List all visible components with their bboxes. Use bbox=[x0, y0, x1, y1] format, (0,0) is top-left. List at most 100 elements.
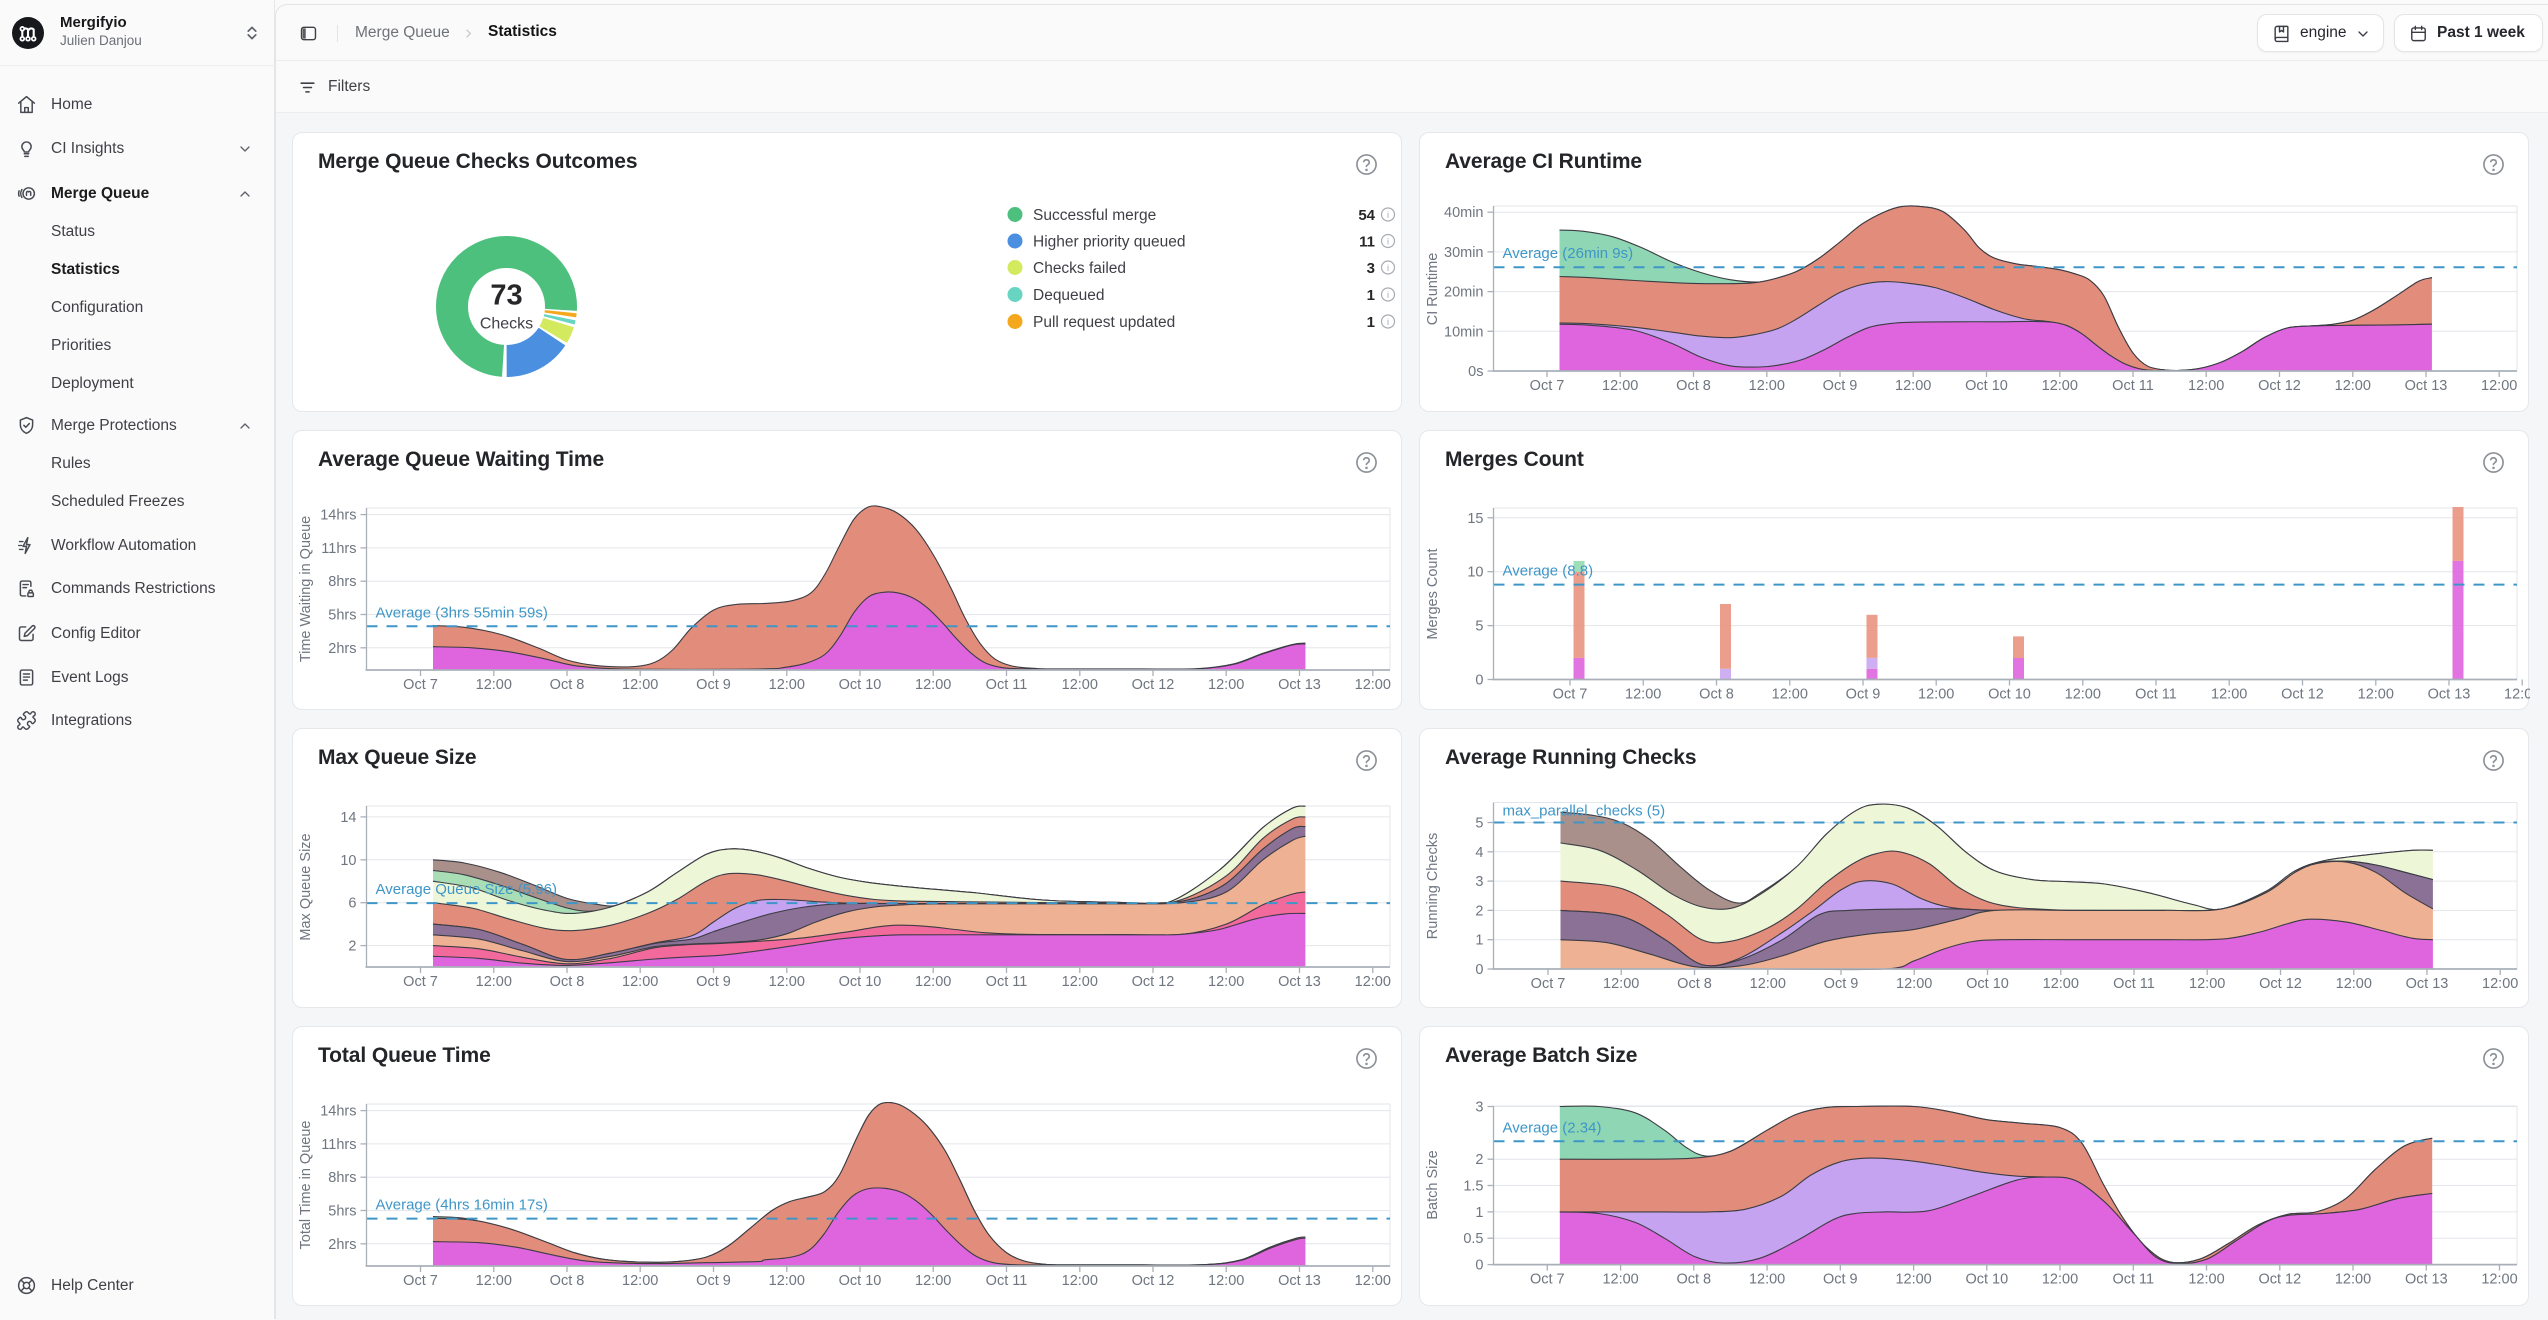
svg-text:12:00: 12:00 bbox=[1896, 976, 1932, 992]
svg-text:Oct 13: Oct 13 bbox=[1278, 677, 1321, 693]
svg-text:12:00: 12:00 bbox=[769, 974, 805, 990]
svg-text:12:00: 12:00 bbox=[2335, 1272, 2371, 1288]
svg-text:2: 2 bbox=[1475, 1152, 1483, 1168]
svg-text:Oct 10: Oct 10 bbox=[839, 974, 882, 990]
svg-text:12:00: 12:00 bbox=[2043, 976, 2079, 992]
svg-text:Oct 7: Oct 7 bbox=[1530, 378, 1565, 394]
svg-text:12:00: 12:00 bbox=[2188, 1272, 2224, 1288]
svg-text:14hrs: 14hrs bbox=[320, 508, 356, 524]
svg-text:Running Checks: Running Checks bbox=[1425, 833, 1441, 939]
svg-text:i: i bbox=[1387, 237, 1389, 248]
svg-text:11hrs: 11hrs bbox=[321, 541, 356, 557]
svg-text:0: 0 bbox=[1475, 962, 1483, 978]
svg-text:Oct 13: Oct 13 bbox=[2428, 687, 2471, 703]
svg-text:12:00: 12:00 bbox=[769, 677, 805, 693]
svg-text:Oct 7: Oct 7 bbox=[403, 1273, 438, 1289]
svg-text:Oct 10: Oct 10 bbox=[1965, 1272, 2008, 1288]
svg-text:Max Queue Size: Max Queue Size bbox=[298, 833, 314, 940]
svg-text:12:00: 12:00 bbox=[2042, 1272, 2078, 1288]
svg-text:Checks failed: Checks failed bbox=[1033, 260, 1126, 277]
svg-text:12:00: 12:00 bbox=[2211, 687, 2247, 703]
svg-text:12:00: 12:00 bbox=[1355, 974, 1391, 990]
svg-text:Average Queue Size (5.96): Average Queue Size (5.96) bbox=[376, 881, 558, 898]
svg-text:10: 10 bbox=[340, 853, 356, 869]
svg-text:Oct 11: Oct 11 bbox=[986, 1273, 1028, 1289]
svg-text:12:00: 12:00 bbox=[1895, 378, 1931, 394]
svg-text:CI Runtime: CI Runtime bbox=[1425, 253, 1441, 326]
svg-text:12:00: 12:00 bbox=[622, 974, 658, 990]
svg-text:Oct 8: Oct 8 bbox=[1677, 976, 1712, 992]
svg-text:12:00: 12:00 bbox=[622, 677, 658, 693]
svg-text:12:00: 12:00 bbox=[2358, 687, 2394, 703]
svg-text:Oct 9: Oct 9 bbox=[1823, 1272, 1858, 1288]
svg-text:12:00: 12:00 bbox=[1355, 677, 1391, 693]
svg-text:12:00: 12:00 bbox=[1208, 677, 1244, 693]
svg-text:Average (8.8): Average (8.8) bbox=[1503, 563, 1594, 580]
svg-text:12:00: 12:00 bbox=[2042, 378, 2078, 394]
svg-text:12:00: 12:00 bbox=[1208, 1273, 1244, 1289]
svg-text:12:00: 12:00 bbox=[1918, 687, 1954, 703]
svg-text:30min: 30min bbox=[1444, 245, 1484, 261]
svg-text:Batch Size: Batch Size bbox=[1425, 1150, 1441, 1219]
svg-text:54: 54 bbox=[1358, 207, 1375, 224]
svg-text:5hrs: 5hrs bbox=[328, 608, 356, 624]
svg-text:10: 10 bbox=[1467, 565, 1483, 581]
svg-text:Oct 9: Oct 9 bbox=[1824, 976, 1859, 992]
svg-text:12:00: 12:00 bbox=[2481, 1272, 2517, 1288]
svg-text:12:00: 12:00 bbox=[1355, 1273, 1391, 1289]
svg-text:6: 6 bbox=[348, 896, 356, 912]
svg-text:12:00: 12:00 bbox=[476, 974, 512, 990]
svg-text:Oct 7: Oct 7 bbox=[1531, 976, 1566, 992]
svg-text:12:00: 12:00 bbox=[622, 1273, 658, 1289]
svg-text:Oct 13: Oct 13 bbox=[2405, 378, 2448, 394]
svg-text:10min: 10min bbox=[1444, 324, 1484, 340]
svg-text:5: 5 bbox=[1475, 816, 1483, 832]
svg-text:73: 73 bbox=[490, 280, 522, 312]
svg-text:11: 11 bbox=[1359, 234, 1375, 251]
svg-text:1: 1 bbox=[1475, 1205, 1483, 1221]
svg-text:12:00: 12:00 bbox=[2189, 976, 2225, 992]
svg-text:12:00: 12:00 bbox=[1625, 687, 1661, 703]
svg-text:Oct 12: Oct 12 bbox=[1132, 974, 1175, 990]
svg-text:Oct 10: Oct 10 bbox=[839, 677, 882, 693]
svg-text:12:00: 12:00 bbox=[2481, 378, 2517, 394]
svg-text:12:00: 12:00 bbox=[1208, 974, 1244, 990]
svg-text:Oct 8: Oct 8 bbox=[550, 1273, 585, 1289]
svg-text:1: 1 bbox=[1475, 933, 1483, 949]
svg-text:Oct 11: Oct 11 bbox=[986, 677, 1028, 693]
svg-text:12:00: 12:00 bbox=[1062, 974, 1098, 990]
svg-text:Oct 9: Oct 9 bbox=[696, 974, 731, 990]
svg-text:15: 15 bbox=[1467, 511, 1483, 527]
svg-text:Checks: Checks bbox=[480, 316, 533, 333]
svg-text:14: 14 bbox=[340, 810, 356, 826]
svg-text:Oct 8: Oct 8 bbox=[1676, 1272, 1711, 1288]
svg-text:3: 3 bbox=[1475, 1100, 1483, 1116]
svg-text:Oct 11: Oct 11 bbox=[2113, 976, 2155, 992]
svg-text:11hrs: 11hrs bbox=[321, 1137, 356, 1153]
svg-text:2: 2 bbox=[1475, 903, 1483, 919]
svg-text:3: 3 bbox=[1475, 874, 1483, 890]
svg-text:Oct 8: Oct 8 bbox=[550, 974, 585, 990]
svg-text:0.5: 0.5 bbox=[1463, 1231, 1483, 1247]
svg-text:12:00: 12:00 bbox=[1749, 378, 1785, 394]
svg-text:2hrs: 2hrs bbox=[328, 1237, 356, 1253]
svg-text:0: 0 bbox=[1475, 1258, 1483, 1274]
svg-text:8hrs: 8hrs bbox=[328, 574, 356, 590]
svg-text:14hrs: 14hrs bbox=[320, 1104, 356, 1120]
svg-text:Merges Count: Merges Count bbox=[1425, 548, 1441, 639]
svg-text:5: 5 bbox=[1475, 619, 1483, 635]
svg-text:3: 3 bbox=[1367, 260, 1375, 277]
svg-text:40min: 40min bbox=[1444, 205, 1484, 221]
svg-text:12:00: 12:00 bbox=[915, 974, 951, 990]
svg-text:12:00: 12:00 bbox=[1602, 378, 1638, 394]
svg-text:Oct 7: Oct 7 bbox=[1553, 687, 1588, 703]
svg-text:Oct 13: Oct 13 bbox=[2406, 976, 2449, 992]
svg-text:8hrs: 8hrs bbox=[328, 1170, 356, 1186]
svg-text:Oct 7: Oct 7 bbox=[403, 677, 438, 693]
svg-text:12:00: 12:00 bbox=[769, 1273, 805, 1289]
svg-text:12:00: 12:00 bbox=[2188, 378, 2224, 394]
svg-text:Oct 9: Oct 9 bbox=[1846, 687, 1881, 703]
svg-text:Time Waiting in Queue: Time Waiting in Queue bbox=[298, 516, 314, 662]
svg-text:i: i bbox=[1387, 263, 1389, 274]
svg-text:0s: 0s bbox=[1468, 364, 1483, 380]
